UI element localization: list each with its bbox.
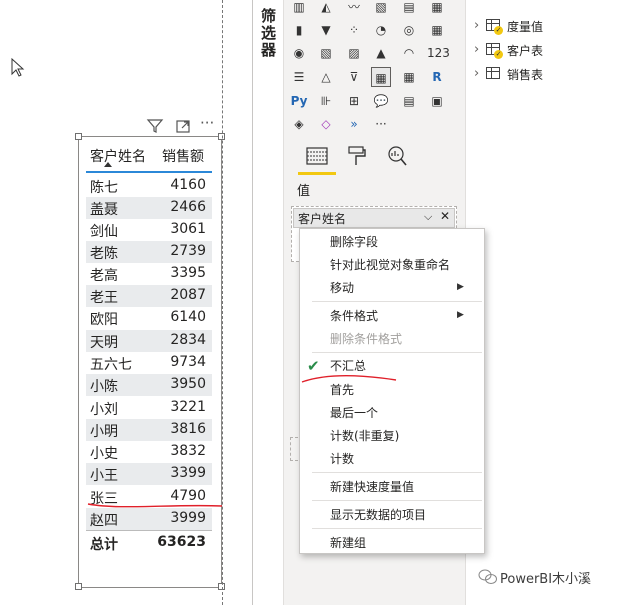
watermark: PowerBI木小溪 — [500, 572, 592, 587]
annotation-underline-zhangsan — [87, 503, 223, 508]
wechat-icon — [478, 569, 497, 584]
annotation-layer — [87, 375, 397, 508]
annotation-underline-dont-summarize — [301, 375, 397, 383]
